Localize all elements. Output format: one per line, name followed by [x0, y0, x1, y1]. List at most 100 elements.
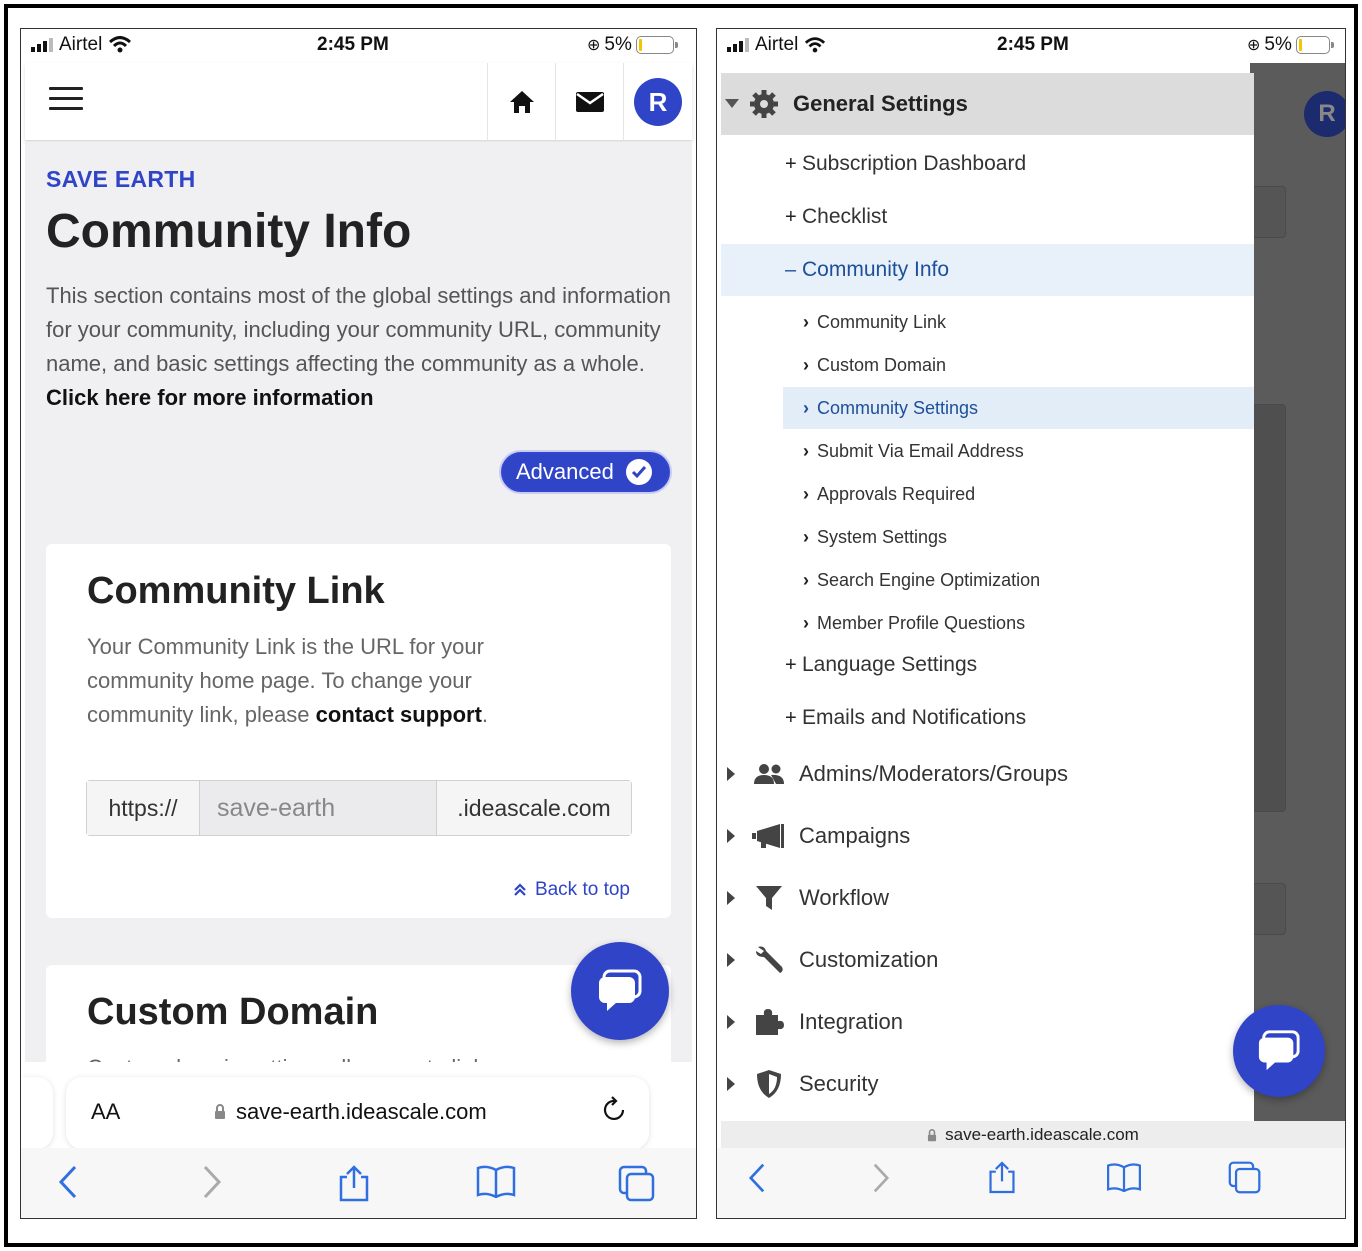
submenu-label: Member Profile Questions [817, 612, 1026, 633]
safari-address-bar[interactable]: AA save-earth.ideascale.com [66, 1077, 649, 1149]
contact-support-link[interactable]: contact support [316, 702, 482, 727]
clock: 2:45 PM [317, 34, 389, 55]
chat-button[interactable] [1233, 1005, 1325, 1097]
signal-icon [31, 38, 53, 52]
collapse-icon: – [785, 258, 797, 281]
menu-admins-moderators-groups[interactable]: Admins/Moderators/Groups [721, 745, 1254, 803]
chat-icon [1258, 1030, 1300, 1071]
tabs-icon[interactable] [617, 1164, 657, 1207]
funnel-icon [749, 884, 789, 912]
menu-checklist[interactable]: + Checklist [721, 191, 1254, 243]
url-suffix: .ideascale.com [437, 781, 631, 835]
caret-right-icon [727, 891, 735, 905]
menu-icon[interactable] [49, 87, 83, 111]
chevron-right-icon: › [803, 354, 809, 375]
phone-left: Airtel 2:45 PM ⊕ 5% R SAVE EARTH Communi… [20, 28, 697, 1219]
submenu-approvals-required[interactable]: › Approvals Required [721, 473, 1254, 515]
menu-integration[interactable]: Integration [721, 993, 1254, 1051]
share-icon[interactable] [987, 1160, 1017, 1199]
caret-right-icon [727, 767, 735, 781]
back-to-top-label: Back to top [534, 879, 630, 900]
more-info-link[interactable]: Click here for more information [46, 385, 374, 410]
home-button[interactable] [487, 63, 555, 141]
home-icon [509, 91, 534, 113]
megaphone-icon [749, 823, 789, 849]
menu-community-info[interactable]: – Community Info [721, 244, 1254, 296]
community-url-field: https:// save-earth .ideascale.com [86, 780, 632, 836]
profile-button[interactable]: R [623, 63, 692, 141]
menu-customization[interactable]: Customization [721, 931, 1254, 989]
clock: 2:45 PM [997, 34, 1069, 55]
menu-workflow[interactable]: Workflow [721, 869, 1254, 927]
safari-toolbar [717, 1148, 1345, 1218]
forward-arrow-icon[interactable] [201, 1164, 223, 1205]
menu-security[interactable]: Security [721, 1055, 1254, 1113]
messages-button[interactable] [555, 63, 623, 141]
battery-icon [635, 36, 678, 54]
menu-label: Subscription Dashboard [802, 152, 1027, 175]
chevron-right-icon: › [803, 440, 809, 461]
submenu-submit-via-email[interactable]: › Submit Via Email Address [721, 430, 1254, 472]
expand-icon: + [785, 152, 797, 175]
bookmarks-icon[interactable] [475, 1164, 517, 1203]
menu-label: Admins/Moderators/Groups [799, 761, 1068, 786]
double-chevron-up-icon [514, 883, 526, 896]
tabs-icon[interactable] [1227, 1160, 1263, 1199]
settings-drawer: General Settings + Subscription Dashboard… [721, 73, 1254, 1121]
back-arrow-icon[interactable] [57, 1164, 79, 1205]
gear-icon [750, 90, 778, 118]
submenu-system-settings[interactable]: › System Settings [721, 516, 1254, 558]
menu-campaigns[interactable]: Campaigns [721, 807, 1254, 865]
chat-icon [599, 969, 642, 1011]
advanced-toggle[interactable]: Advanced [501, 452, 670, 492]
menu-subscription-dashboard[interactable]: + Subscription Dashboard [721, 138, 1254, 190]
signal-icon [727, 38, 749, 52]
safari-toolbar [21, 1148, 696, 1218]
back-arrow-icon[interactable] [747, 1162, 767, 1199]
previous-tab-preview[interactable] [21, 1077, 53, 1149]
submenu-label: Approvals Required [817, 483, 976, 504]
menu-label: Emails and Notifications [802, 706, 1027, 729]
avatar[interactable]: R [1304, 91, 1345, 137]
submenu-community-link[interactable]: › Community Link [721, 301, 1254, 343]
menu-label: Language Settings [802, 653, 978, 676]
menu-label: Checklist [802, 205, 888, 228]
dimmed-field [1250, 186, 1286, 238]
submenu-seo[interactable]: › Search Engine Optimization [721, 559, 1254, 601]
reload-icon[interactable] [601, 1095, 629, 1131]
back-to-top-link[interactable]: Back to top [513, 879, 630, 901]
wifi-icon [109, 36, 132, 53]
caret-right-icon [727, 829, 735, 843]
shield-icon [749, 1069, 789, 1099]
chevron-right-icon: › [803, 483, 809, 504]
submenu-member-profile-questions[interactable]: › Member Profile Questions [721, 602, 1254, 644]
drawer-header-general-settings[interactable]: General Settings [721, 73, 1254, 135]
menu-emails-notifications[interactable]: + Emails and Notifications [721, 692, 1254, 744]
submenu-custom-domain[interactable]: › Custom Domain [721, 344, 1254, 386]
submenu-community-settings[interactable]: › Community Settings [783, 387, 1254, 429]
dimmed-page-overlay[interactable]: R [1250, 63, 1345, 1121]
orientation-lock-icon: ⊕ [587, 37, 601, 54]
forward-arrow-icon[interactable] [871, 1162, 891, 1199]
status-bar: Airtel 2:45 PM ⊕ 5% [21, 29, 696, 63]
chevron-right-icon: › [803, 612, 809, 633]
subdomain-input[interactable]: save-earth [200, 781, 437, 835]
expand-icon: + [785, 205, 797, 228]
carrier-label: Airtel [755, 34, 799, 55]
wrench-icon [749, 945, 789, 975]
chat-button[interactable] [571, 942, 669, 1040]
url-prefix: https:// [87, 781, 200, 835]
dimmed-card [1250, 404, 1286, 812]
chevron-right-icon: › [803, 311, 809, 332]
menu-language-settings[interactable]: + Language Settings [721, 639, 1254, 691]
battery-percent: 5% [604, 34, 632, 55]
card-title: Community Link [87, 570, 385, 612]
submenu-label: Submit Via Email Address [817, 440, 1024, 461]
collapsed-address-bar[interactable]: save-earth.ideascale.com [721, 1121, 1345, 1149]
bookmarks-icon[interactable] [1105, 1162, 1143, 1197]
text-size-button[interactable]: AA [91, 1099, 120, 1125]
share-icon[interactable] [337, 1164, 371, 1207]
lock-icon [215, 1104, 225, 1119]
caret-right-icon [727, 1015, 735, 1029]
mail-icon [575, 92, 604, 112]
